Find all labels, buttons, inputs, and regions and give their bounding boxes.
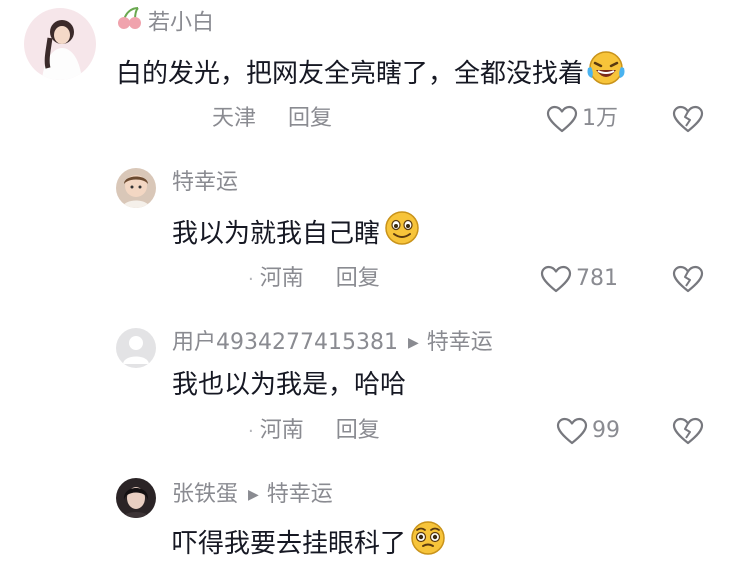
- comment-text-content: 我以为就我自己瞎: [172, 219, 381, 249]
- reply-button[interactable]: 回复: [336, 266, 380, 291]
- dislike-button[interactable]: [672, 105, 704, 137]
- comment-text: 我也以为我是，哈哈: [172, 368, 406, 402]
- separator-dot: ·: [248, 421, 254, 442]
- comment-text-content: 白的发光，把网友全亮瞎了，全都没找着: [116, 59, 585, 89]
- avatar[interactable]: [116, 328, 156, 368]
- separator-dot: ·: [248, 269, 254, 290]
- broken-heart-icon: [672, 265, 704, 293]
- broken-heart-icon: [672, 105, 704, 133]
- username-label: 张铁蛋: [172, 482, 239, 507]
- heart-icon: [546, 105, 578, 133]
- comment-text-content: 吓得我要去挂眼科了: [172, 529, 407, 559]
- username[interactable]: 用户4934277415381 ▶ 特幸运: [172, 330, 493, 358]
- location-label: 河南: [259, 418, 304, 443]
- comment-text-content: 我也以为我是，哈哈: [172, 370, 407, 400]
- like-button[interactable]: 781: [540, 265, 618, 293]
- username[interactable]: 张铁蛋 ▶ 特幸运: [172, 482, 333, 510]
- username-label: 特幸运: [172, 170, 239, 195]
- username[interactable]: 若小白: [116, 6, 215, 39]
- reply-to-label: 特幸运: [426, 330, 493, 355]
- comment-meta: · 河南 回复: [248, 266, 380, 293]
- username-label: 用户4934277415381: [172, 330, 398, 355]
- reply-arrow-icon: ▶: [407, 335, 419, 351]
- reply-arrow-icon: ▶: [248, 487, 259, 503]
- like-count: 781: [576, 266, 618, 291]
- reply-button[interactable]: 回复: [288, 106, 332, 131]
- avatar[interactable]: [116, 168, 156, 208]
- dislike-button[interactable]: [672, 265, 704, 297]
- like-count: 99: [592, 418, 620, 443]
- comment-text: 白的发光，把网友全亮瞎了，全都没找着: [116, 50, 626, 97]
- crying-laughing-emoji-icon: [586, 50, 626, 95]
- comment-meta: · 河南 回复: [248, 418, 380, 445]
- reply-to-label: 特幸运: [266, 482, 333, 507]
- avatar[interactable]: [24, 8, 96, 80]
- pleading-emoji-icon: [408, 520, 448, 565]
- dislike-button[interactable]: [672, 417, 704, 449]
- avatar[interactable]: [116, 478, 156, 518]
- comment-meta: 天津 回复: [212, 106, 332, 132]
- like-button[interactable]: 99: [556, 417, 620, 445]
- broken-heart-icon: [672, 417, 704, 445]
- heart-icon: [540, 265, 572, 293]
- like-count: 1万: [582, 106, 618, 131]
- username-label: 若小白: [148, 10, 215, 36]
- like-button[interactable]: 1万: [546, 105, 618, 133]
- location-label: 天津: [212, 106, 257, 131]
- username[interactable]: 特幸运: [172, 170, 238, 196]
- comment-text: 我以为就我自己瞎: [172, 210, 422, 257]
- cherry-icon: [116, 6, 144, 37]
- location-label: 河南: [259, 266, 304, 291]
- smiling-emoji-icon: [382, 210, 422, 255]
- reply-button[interactable]: 回复: [336, 418, 380, 443]
- heart-icon: [556, 417, 588, 445]
- comment-text: 吓得我要去挂眼科了: [172, 520, 448, 567]
